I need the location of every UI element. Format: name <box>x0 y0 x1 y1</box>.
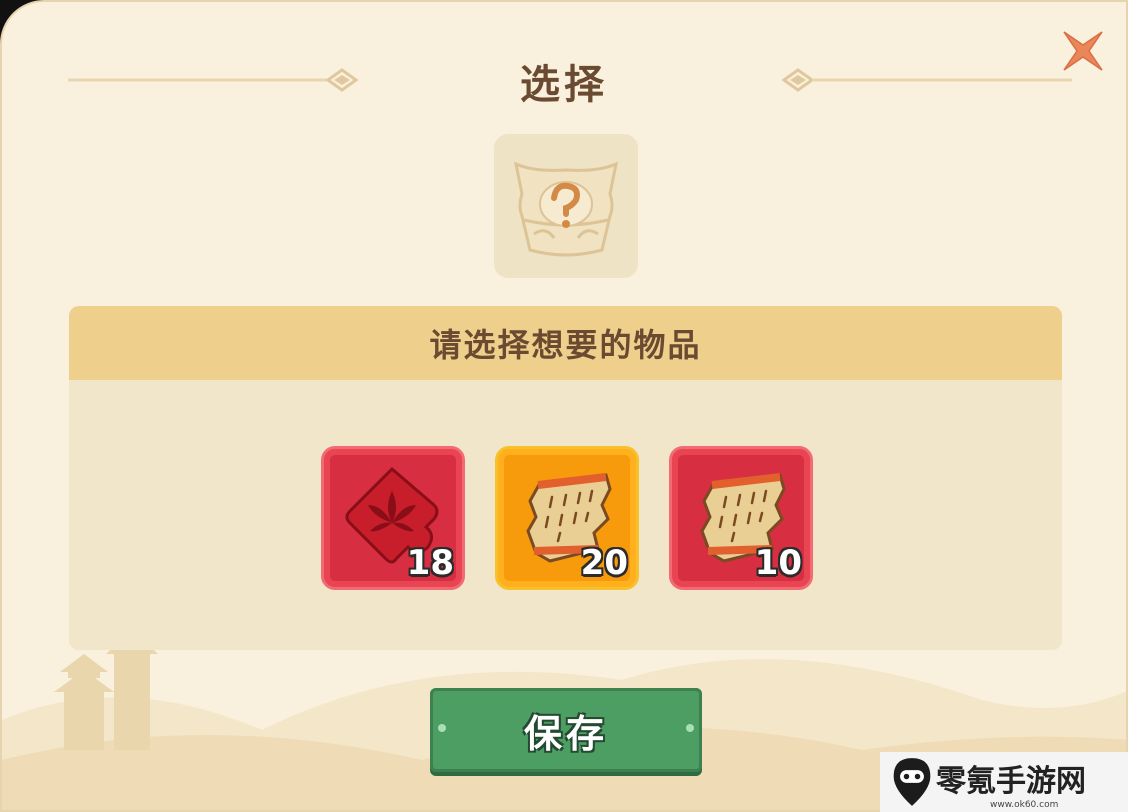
item-option-lotus[interactable]: 18 <box>321 446 465 590</box>
mystery-chest <box>494 134 638 278</box>
selection-dialog: 选择 请选择想要的物品 18 20 10 保存 <box>0 0 1128 812</box>
close-x-icon[interactable] <box>1060 28 1106 74</box>
button-dot-right <box>686 724 694 732</box>
watermark-url: www.ok60.com <box>990 800 1059 810</box>
save-button-label: 保存 <box>523 711 608 756</box>
panel-header: 请选择想要的物品 <box>69 306 1062 380</box>
item-count: 20 <box>580 543 628 583</box>
button-dot-left <box>438 724 446 732</box>
site-watermark: 零氪手游网 www.ok60.com <box>880 752 1128 812</box>
item-options: 18 20 10 <box>321 446 813 590</box>
panel-instruction: 请选择想要的物品 <box>429 326 702 364</box>
item-count: 18 <box>406 543 454 583</box>
item-option-scroll-red[interactable]: 10 <box>669 446 813 590</box>
title-divider-right <box>781 68 1072 92</box>
mystery-chest-icon <box>513 161 619 257</box>
item-option-scroll-orange[interactable]: 20 <box>495 446 639 590</box>
gamepad-location-pin-icon <box>893 758 931 806</box>
selection-panel: 请选择想要的物品 18 20 10 <box>69 306 1062 650</box>
save-button[interactable]: 保存 <box>430 688 702 772</box>
item-count: 10 <box>754 543 802 583</box>
watermark-text: 零氪手游网 <box>936 764 1086 799</box>
